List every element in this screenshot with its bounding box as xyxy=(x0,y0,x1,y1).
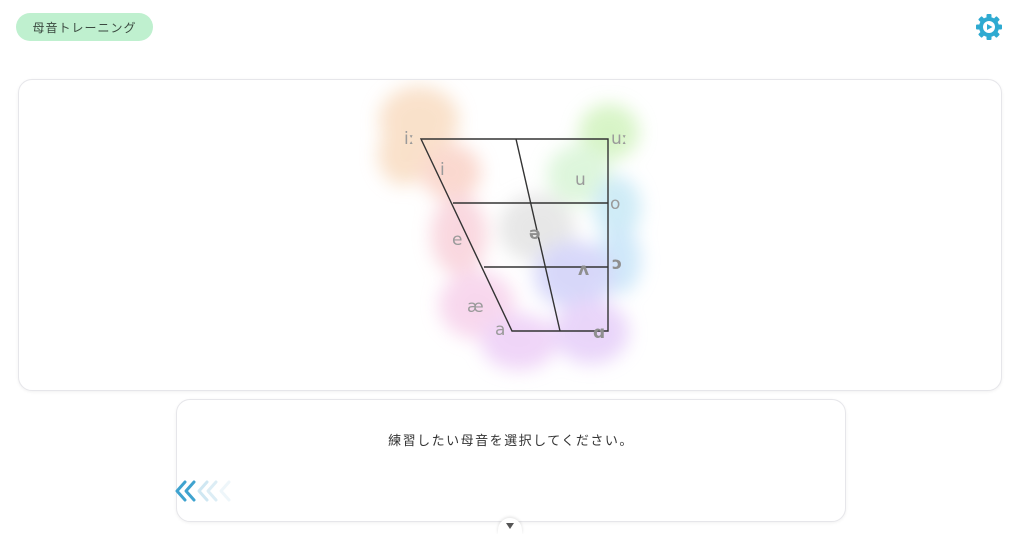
page-title: 母音トレーニング xyxy=(16,13,153,41)
vowel-schwa[interactable]: ə xyxy=(529,224,541,244)
vowel-chart-card: iː i uː u o ə e ɔ ʌ æ a ɑ xyxy=(18,79,1002,391)
instruction-card: 練習したい母音を選択してください。 xyxy=(176,399,846,522)
vowel-i[interactable]: i xyxy=(440,160,445,180)
vowel-script-a[interactable]: ɑ xyxy=(593,323,605,343)
vowel-region-wedge xyxy=(534,241,614,309)
vowel-wedge[interactable]: ʌ xyxy=(578,260,589,280)
vowel-region-script-a xyxy=(553,300,629,364)
vowel-region-a xyxy=(481,314,557,370)
vowel-region-i xyxy=(421,144,481,200)
gear-icon xyxy=(976,14,1002,40)
vowel-ae[interactable]: æ xyxy=(467,297,484,317)
vowel-a[interactable]: a xyxy=(495,320,505,340)
vowel-chart: iː i uː u o ə e ɔ ʌ æ a ɑ xyxy=(378,86,641,370)
instruction-text: 練習したい母音を選択してください。 xyxy=(388,434,634,449)
back-button[interactable] xyxy=(175,478,245,504)
vowel-i-long[interactable]: iː xyxy=(404,129,414,149)
vowel-open-o[interactable]: ɔ xyxy=(612,254,622,274)
vowel-u-long[interactable]: uː xyxy=(611,129,628,149)
settings-button[interactable] xyxy=(972,10,1006,44)
vowel-e[interactable]: e xyxy=(452,230,462,250)
vowel-u[interactable]: u xyxy=(575,170,586,190)
vowel-o[interactable]: o xyxy=(610,194,620,214)
chevron-down-icon xyxy=(506,523,514,529)
double-chevron-left-icon xyxy=(175,480,231,502)
